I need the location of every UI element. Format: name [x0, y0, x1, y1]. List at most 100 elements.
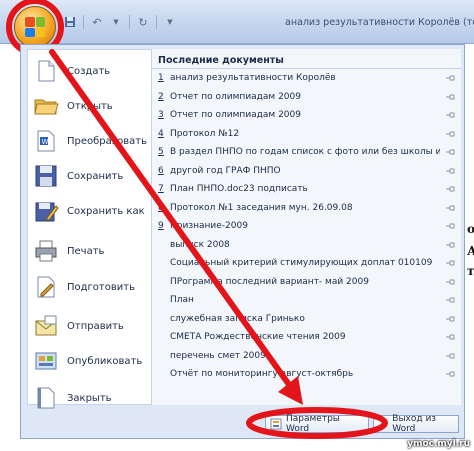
recent-document-name: Протокол №12 — [170, 128, 240, 139]
pin-icon[interactable] — [445, 148, 455, 156]
folder-open-icon — [33, 93, 59, 119]
redo-icon[interactable]: ↻ — [135, 14, 151, 30]
options-icon — [270, 418, 282, 430]
pin-icon[interactable] — [445, 278, 455, 286]
recent-document-number: 8 — [158, 202, 164, 213]
print-command[interactable]: Печать ▶ — [28, 234, 166, 268]
recent-document-item[interactable]: 2 Отчет по олимпиадам 2009 — [152, 88, 461, 107]
recent-document-number: 1 — [158, 73, 164, 84]
recent-document-name: Протокол №1 заседания мун. 26.09.08 — [170, 202, 353, 213]
close-icon: ✕ — [378, 417, 388, 430]
recent-documents-list: 1 анализ результативности Королёв 2 Отчет п… — [152, 69, 461, 384]
recent-document-name: План ПНПО.doc23 подписать — [170, 184, 308, 195]
word-options-button[interactable]: Параметры Word — [265, 414, 369, 434]
recent-document-name: СМЕТА Рождественские чтения 2009 — [170, 332, 346, 343]
recent-document-item[interactable]: выпуск 2008 — [152, 236, 461, 255]
toolbar-separator — [129, 15, 130, 29]
recent-documents-header: Последние документы — [152, 49, 461, 69]
save-icon[interactable] — [62, 14, 78, 30]
recent-document-item[interactable]: 4 Протокол №12 — [152, 125, 461, 144]
prepare-command[interactable]: Подготовить ▶ — [28, 270, 166, 304]
pin-icon[interactable] — [445, 111, 455, 119]
pin-icon[interactable] — [445, 259, 455, 267]
recent-document-name: Социальный критерий стимулирующих доплат… — [170, 258, 433, 269]
chevron-down-icon[interactable]: ▼ — [108, 14, 124, 30]
command-list: Создать Открыть W Преобразовать Сохранит… — [27, 49, 166, 409]
exit-word-button[interactable]: ✕ Выход из Word — [373, 414, 459, 434]
recent-document-item[interactable]: СМЕТА Рождественские чтения 2009 — [152, 328, 461, 347]
recent-document-item[interactable]: 1 анализ результативности Королёв — [152, 69, 461, 88]
pin-icon[interactable] — [445, 93, 455, 101]
new-document-icon — [33, 58, 59, 84]
create-command[interactable]: Создать — [28, 54, 166, 88]
pin-icon[interactable] — [445, 204, 455, 212]
close-document-icon — [33, 385, 59, 411]
window-title: анализ результативности Королёв (только — [285, 17, 474, 28]
send-command[interactable]: Отправить ▶ — [28, 309, 166, 343]
recent-document-name: Отчет по олимпиадам 2009 — [170, 110, 301, 121]
prepare-document-icon — [33, 274, 59, 300]
recent-document-number: 4 — [158, 128, 164, 139]
customize-toolbar-icon[interactable]: ▼ — [162, 14, 178, 30]
quick-access-toolbar: ↶ ▼ ↻ ▼ — [62, 12, 178, 32]
side-text-2: Ав — [467, 244, 474, 258]
pin-icon[interactable] — [445, 130, 455, 138]
pin-icon[interactable] — [445, 74, 455, 82]
recent-document-name: План — [170, 295, 194, 306]
toolbar-separator — [156, 15, 157, 29]
recent-document-item[interactable]: ПРограмма последний вариант- май 2009 — [152, 273, 461, 292]
recent-documents-panel: Последние документы 1 анализ результативн… — [151, 49, 461, 405]
recent-document-name: В раздел ПНПО по годам список с фото или… — [170, 147, 440, 158]
recent-document-item[interactable]: 5 В раздел ПНПО по годам список с фото ил… — [152, 143, 461, 162]
title-bar: ↶ ▼ ↻ ▼ анализ результативности Королёв … — [0, 0, 474, 44]
recent-document-name: выпуск 2008 — [170, 239, 230, 250]
svg-text:W: W — [42, 138, 49, 146]
recent-document-item[interactable]: служебная записка Гринько — [152, 310, 461, 329]
recent-document-name: Отчет по олимпиадам 2009 — [170, 91, 301, 102]
toolbar-separator — [83, 15, 84, 29]
recent-document-item[interactable]: 7 План ПНПО.doc23 подписать — [152, 180, 461, 199]
pin-icon[interactable] — [445, 352, 455, 360]
recent-document-item[interactable]: 9 Признание-2009 — [152, 217, 461, 236]
save-as-command[interactable]: Сохранить как ▶ — [28, 194, 166, 228]
publish-command[interactable]: Опубликовать ▶ — [28, 344, 166, 378]
recent-document-number: 6 — [158, 165, 164, 176]
convert-command[interactable]: W Преобразовать — [28, 124, 166, 158]
printer-icon — [33, 238, 59, 264]
pin-icon[interactable] — [445, 241, 455, 249]
recent-document-number: 9 — [158, 221, 164, 232]
recent-document-item[interactable]: 6 другой год ГРАФ ПНПО — [152, 162, 461, 181]
save-command[interactable]: Сохранить — [28, 159, 166, 193]
recent-document-name: ПРограмма последний вариант- май 2009 — [170, 276, 369, 287]
recent-document-item[interactable]: План — [152, 291, 461, 310]
side-text-1: ой — [467, 222, 474, 236]
save-as-icon — [33, 198, 59, 224]
recent-document-item[interactable]: Социальный критерий стимулирующих доплат… — [152, 254, 461, 273]
recent-document-number: 7 — [158, 184, 164, 195]
convert-document-icon: W — [33, 128, 59, 154]
office-menu: Создать Открыть W Преобразовать Сохранит… — [20, 44, 465, 439]
open-command[interactable]: Открыть — [28, 89, 166, 123]
pin-icon[interactable] — [445, 167, 455, 175]
recent-document-item[interactable]: перечень смет 2009 — [152, 347, 461, 366]
menu-bottom-bar: Параметры Word ✕ Выход из Word — [21, 410, 464, 438]
recent-document-name: Признание-2009 — [170, 221, 248, 232]
pin-icon[interactable] — [445, 333, 455, 341]
recent-document-name: другой год ГРАФ ПНПО — [170, 165, 281, 176]
pin-icon[interactable] — [445, 222, 455, 230]
undo-icon[interactable]: ↶ — [89, 14, 105, 30]
recent-document-item[interactable]: Отчёт по мониторингу август-октябрь — [152, 365, 461, 384]
side-text-3: ту — [467, 264, 474, 278]
pin-icon[interactable] — [445, 185, 455, 193]
recent-document-item[interactable]: 3 Отчет по олимпиадам 2009 — [152, 106, 461, 125]
recent-document-number: 5 — [158, 147, 164, 158]
pin-icon[interactable] — [445, 315, 455, 323]
send-envelope-icon — [33, 313, 59, 339]
pin-icon[interactable] — [445, 296, 455, 304]
pin-icon[interactable] — [445, 370, 455, 378]
recent-document-name: анализ результативности Королёв — [170, 73, 336, 84]
publish-icon — [33, 348, 59, 374]
recent-document-number: 2 — [158, 91, 164, 102]
recent-document-name: перечень смет 2009 — [170, 350, 266, 361]
recent-document-item[interactable]: 8 Протокол №1 заседания мун. 26.09.08 — [152, 199, 461, 218]
